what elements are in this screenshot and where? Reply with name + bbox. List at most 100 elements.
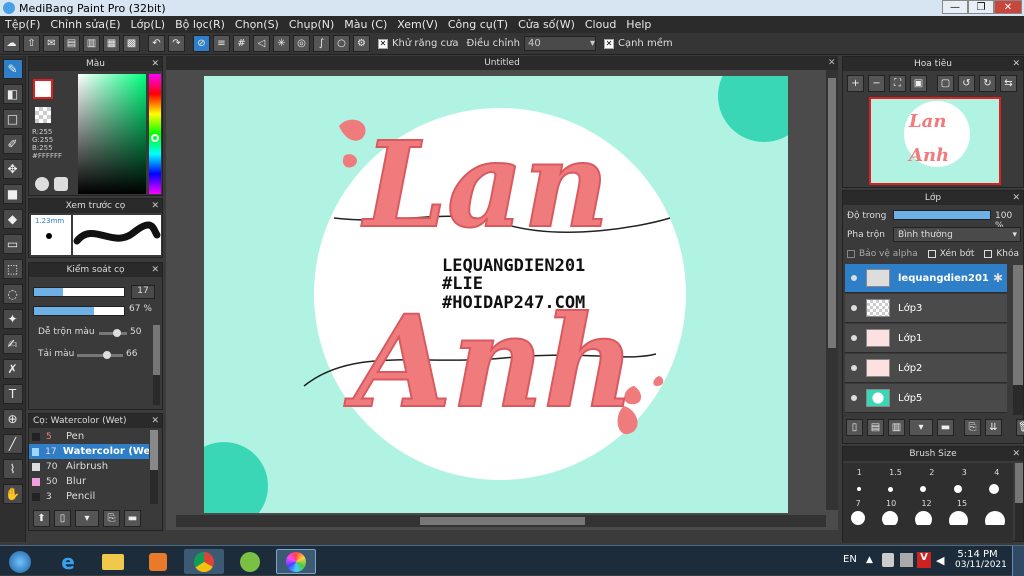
layer-row[interactable]: Lớp3 — [845, 294, 1007, 323]
close-icon[interactable]: ✕ — [151, 59, 159, 69]
size-option[interactable]: 2 — [929, 468, 934, 477]
start-button[interactable] — [3, 549, 37, 574]
size-option[interactable]: 1 — [857, 468, 862, 477]
menu-layer[interactable]: Lớp(L) — [126, 18, 171, 31]
new-halftone-layer-icon[interactable]: ▤ — [867, 419, 884, 436]
divide-tool-icon[interactable]: ╱ — [2, 434, 23, 454]
size-option[interactable]: 7 — [856, 499, 861, 508]
maximize-button[interactable]: ❐ — [968, 0, 994, 14]
ie-icon[interactable]: e — [48, 549, 88, 574]
size-option[interactable]: 3 — [962, 468, 967, 477]
magic-wand-icon[interactable]: ✦ — [2, 309, 23, 329]
menu-tools[interactable]: Công cụ(T) — [443, 18, 513, 31]
clip-checkbox[interactable] — [927, 250, 936, 258]
app-icon[interactable] — [230, 549, 270, 574]
lock-checkbox[interactable] — [984, 250, 993, 258]
new-layer-icon[interactable]: ▯ — [846, 419, 863, 436]
cloud-icon[interactable]: ☁ — [3, 35, 20, 52]
document-icon[interactable]: ▥ — [83, 35, 100, 52]
duplicate-layer-icon[interactable]: ⎘ — [964, 419, 981, 436]
blend-select[interactable]: Bình thường ▾ — [893, 227, 1021, 242]
list-item[interactable]: 50 Blur — [29, 474, 149, 489]
bucket-tool-icon[interactable]: ◆ — [2, 209, 23, 229]
add-layer-menu-icon[interactable]: ▾ — [909, 419, 933, 436]
scrollbar[interactable] — [153, 325, 160, 405]
horizontal-scrollbar[interactable] — [176, 515, 826, 527]
vertical-scrollbar[interactable] — [826, 70, 838, 510]
snap-off-icon[interactable]: ⊘ — [193, 35, 210, 52]
parallel-snap-icon[interactable]: ≡ — [213, 35, 230, 52]
redo-icon[interactable]: ↷ — [168, 35, 185, 52]
adjust-select[interactable]: 40 ▾ — [523, 36, 596, 51]
list-item[interactable]: 3 Pencil — [29, 489, 149, 504]
copy-brush-icon[interactable]: ⎘ — [103, 510, 120, 527]
scrollbar[interactable] — [1015, 463, 1023, 541]
new-8bit-layer-icon[interactable]: ▥ — [888, 419, 905, 436]
show-desktop-button[interactable] — [1012, 546, 1024, 576]
menu-view[interactable]: Xem(V) — [392, 18, 443, 31]
close-icon[interactable]: ✕ — [151, 265, 159, 275]
size-option[interactable]: 4 — [994, 468, 999, 477]
mix-slider[interactable] — [99, 329, 127, 337]
layer-row[interactable]: Lớp2 — [845, 354, 1007, 383]
zoom-out-icon[interactable]: − — [868, 75, 885, 92]
brush-opacity-bar[interactable] — [33, 306, 125, 316]
gradient-tool-icon[interactable]: ▭ — [2, 234, 23, 254]
upload-icon[interactable]: ⇧ — [23, 35, 40, 52]
close-button[interactable]: ✕ — [994, 0, 1022, 14]
brush-size-bar[interactable] — [33, 287, 125, 297]
visibility-icon[interactable] — [851, 305, 857, 311]
load-slider[interactable] — [77, 351, 123, 359]
settings-icon[interactable]: ⚙ — [353, 35, 370, 52]
brush-tool-icon[interactable]: ✎ — [2, 59, 23, 79]
hue-handle[interactable] — [151, 134, 159, 142]
flip-icon[interactable]: ⇆ — [1000, 75, 1017, 92]
panel-icon[interactable]: ▦ — [103, 35, 120, 52]
clock[interactable]: 5:14 PM 03/11/2021 — [955, 549, 1007, 570]
visibility-icon[interactable] — [851, 365, 857, 371]
close-icon[interactable]: ✕ — [151, 416, 159, 426]
canvas-tab[interactable]: Untitled — [166, 56, 838, 70]
cross-snap-icon[interactable]: # — [233, 35, 250, 52]
protect-alpha-checkbox[interactable] — [847, 250, 855, 258]
menu-color[interactable]: Màu (C) — [339, 18, 392, 31]
eyedropper-icon[interactable]: ⌇ — [2, 459, 23, 479]
menu-capture[interactable]: Chụp(N) — [284, 18, 339, 31]
menu-file[interactable]: Tệp(F) — [0, 18, 45, 31]
color-picker-icon[interactable] — [54, 177, 68, 191]
visibility-icon[interactable] — [851, 275, 857, 281]
media-player-icon[interactable] — [138, 549, 178, 574]
menu-filter[interactable]: Bộ lọc(R) — [170, 18, 230, 31]
soft-edge-checkbox[interactable]: ✕ — [603, 38, 614, 49]
move-tool-icon[interactable]: ✥ — [2, 159, 23, 179]
close-icon[interactable]: ✕ — [1012, 59, 1020, 69]
folder-icon[interactable]: ▬ — [124, 510, 141, 527]
size-option[interactable]: 15 — [957, 499, 967, 508]
network-icon[interactable] — [900, 553, 913, 567]
vanishing-point-icon[interactable]: ◁ — [253, 35, 270, 52]
layer-folder-icon[interactable]: ▬ — [937, 419, 954, 436]
select-eraser-icon[interactable]: ✗ — [2, 359, 23, 379]
saturation-value-picker[interactable] — [78, 74, 146, 194]
close-icon[interactable]: ✕ — [151, 201, 159, 211]
list-item[interactable]: 5 Pen — [29, 429, 149, 444]
rect-tool-icon[interactable]: □ — [2, 109, 23, 129]
lasso-tool-icon[interactable]: ◌ — [2, 284, 23, 304]
navigator-thumbnail[interactable]: Lan Anh — [869, 97, 1001, 185]
undo-icon[interactable]: ↶ — [148, 35, 165, 52]
gear-icon[interactable]: ✱ — [993, 271, 1003, 285]
ellipse-snap-icon[interactable]: ○ — [333, 35, 350, 52]
antialias-checkbox[interactable]: ✕ — [378, 38, 388, 49]
curve-snap-icon[interactable]: ∫ — [313, 35, 330, 52]
radial-snap-icon[interactable]: ✳ — [273, 35, 290, 52]
flag-icon[interactable] — [882, 553, 894, 567]
opacity-bar[interactable] — [893, 210, 991, 220]
tray-expand-icon[interactable]: ▲ — [866, 555, 873, 565]
size-option[interactable]: 1.5 — [889, 468, 902, 477]
fit-icon[interactable]: ⛶ — [889, 75, 906, 92]
operation-tool-icon[interactable]: ⊕ — [2, 409, 23, 429]
volume-icon[interactable]: ◀ — [936, 554, 944, 567]
delete-layer-icon[interactable]: 🗑 — [1016, 419, 1024, 436]
layer-row[interactable]: lequangdien201 ✱ — [845, 264, 1007, 293]
close-icon[interactable]: ✕ — [828, 58, 836, 68]
